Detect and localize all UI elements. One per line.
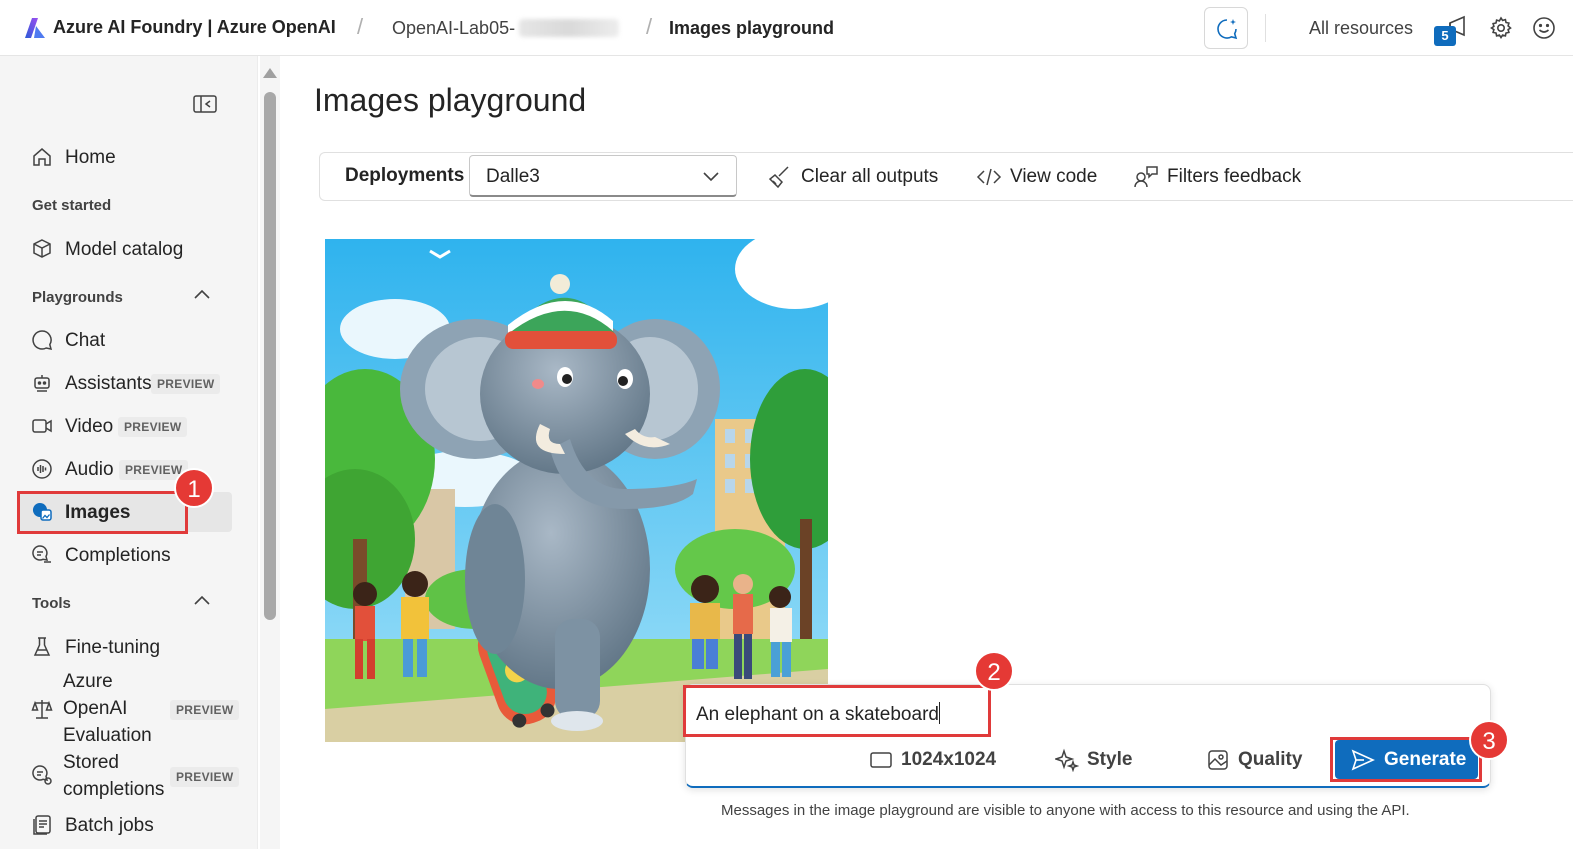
beaker-icon (33, 637, 51, 656)
azure-ai-foundry-logo-icon (25, 18, 45, 38)
page-title: Images playground (314, 82, 587, 118)
image-quality-icon (1208, 750, 1228, 770)
sidebar-item-home[interactable]: Home (18, 137, 232, 177)
label-line: Azure (63, 671, 113, 692)
sparkle-icon (1055, 748, 1079, 772)
annotation-step-3: 3 (1469, 720, 1509, 760)
preview-badge: PREVIEW (170, 767, 240, 787)
copilot-button[interactable] (1204, 7, 1248, 49)
top-bar: Azure AI Foundry | Azure OpenAI / OpenAI… (0, 0, 1573, 56)
sidebar-item-batch-jobs[interactable]: Batch jobs (18, 805, 232, 845)
feedback-smiley-icon[interactable] (1532, 16, 1556, 40)
chevron-down-icon (703, 172, 719, 182)
code-icon (976, 168, 1002, 186)
home-icon (33, 148, 51, 166)
breadcrumb-current: Images playground (669, 18, 835, 38)
sidebar-item-label: Stored completions (63, 749, 164, 803)
preview-badge: PREVIEW (151, 374, 221, 394)
sidebar-item-label: Completions (65, 545, 171, 566)
clear-all-outputs-label: Clear all outputs (801, 166, 939, 187)
label-line: OpenAI (63, 698, 128, 719)
privacy-disclaimer: Messages in the image playground are vis… (721, 802, 1410, 819)
sidebar-item-video[interactable]: Video PREVIEW (18, 406, 232, 446)
view-code-button[interactable]: View code (976, 164, 1101, 190)
annotation-step-2: 2 (974, 651, 1014, 691)
clear-all-outputs-button[interactable]: Clear all outputs (767, 164, 942, 190)
batch-jobs-icon (33, 815, 51, 835)
view-code-label: View code (1010, 166, 1098, 187)
redacted-text (519, 19, 620, 37)
sidebar-item-label: Chat (65, 330, 106, 351)
sidebar-item-completions[interactable]: Completions (18, 535, 232, 575)
sidebar-item-label: Video (65, 416, 114, 437)
aspect-ratio-icon (870, 752, 892, 768)
sidebar-item-label: Audio (65, 459, 114, 480)
cube-icon (33, 239, 51, 258)
annotation-highlight-prompt (683, 685, 991, 737)
collapse-sidebar-icon[interactable] (193, 94, 217, 114)
settings-gear-icon[interactable] (1489, 16, 1513, 40)
preview-badge: PREVIEW (170, 700, 240, 720)
label-line: Stored (63, 752, 119, 773)
image-size-option[interactable]: 1024x1024 (869, 748, 997, 772)
image-size-label: 1024x1024 (901, 749, 997, 770)
breadcrumb-separator: / (646, 14, 653, 39)
stored-completions-icon (32, 765, 52, 785)
sidebar-item-label: Batch jobs (65, 815, 154, 836)
filters-feedback-button[interactable]: Filters feedback (1133, 164, 1308, 190)
broom-icon (768, 166, 789, 189)
all-resources-link[interactable]: All resources (1309, 18, 1413, 39)
deployment-dropdown[interactable]: Dalle3 (469, 155, 737, 197)
annotation-highlight-images (17, 491, 188, 534)
deployment-selected-value: Dalle3 (486, 166, 540, 187)
brand-title[interactable]: Azure AI Foundry | Azure OpenAI (53, 17, 336, 38)
people-feedback-icon (1134, 166, 1158, 188)
annotation-highlight-generate (1330, 737, 1482, 782)
sidebar-item-chat[interactable]: Chat (18, 320, 232, 360)
sidebar-item-label: Azure OpenAI Evaluation (63, 668, 152, 749)
breadcrumb-project[interactable]: OpenAI-Lab05- (392, 18, 620, 39)
chevron-up-icon[interactable] (193, 594, 211, 608)
filters-feedback-label: Filters feedback (1167, 166, 1302, 187)
scales-icon (31, 700, 53, 719)
section-get-started: Get started (32, 197, 112, 214)
quality-label: Quality (1238, 749, 1303, 770)
deployments-label: Deployments (345, 165, 465, 186)
breadcrumb-project-label: OpenAI-Lab05- (392, 18, 516, 38)
generated-image[interactable] (325, 239, 828, 742)
scroll-up-arrow-icon[interactable] (263, 68, 277, 78)
completions-icon (32, 545, 51, 563)
style-option[interactable]: Style (1055, 748, 1135, 772)
sidebar-item-fine-tuning[interactable]: Fine-tuning (18, 627, 232, 667)
audio-wave-icon (32, 459, 52, 479)
label-line: completions (63, 779, 165, 800)
sidebar-item-model-catalog[interactable]: Model catalog (18, 229, 232, 269)
sidebar-item-label: Model catalog (65, 239, 184, 260)
chevron-up-icon[interactable] (193, 288, 211, 302)
bot-icon (34, 375, 50, 392)
chat-sparkle-icon (1217, 19, 1238, 40)
label-line: Evaluation (63, 725, 152, 746)
sidebar-item-label: Assistants (65, 373, 152, 394)
chat-icon (32, 330, 53, 350)
breadcrumb-separator: / (357, 14, 364, 39)
video-icon (32, 419, 52, 433)
section-tools: Tools (32, 595, 71, 612)
sidebar-item-label: Home (65, 147, 116, 168)
scrollbar-thumb[interactable] (264, 92, 276, 620)
style-label: Style (1087, 749, 1133, 770)
section-playgrounds: Playgrounds (32, 289, 123, 306)
quality-option[interactable]: Quality (1206, 748, 1306, 772)
sidebar-item-label: Fine-tuning (65, 637, 161, 658)
annotation-step-1: 1 (174, 468, 214, 508)
sidebar-item-assistants[interactable]: Assistants PREVIEW (18, 363, 232, 403)
notification-count-badge: 5 (1434, 26, 1456, 46)
divider (1265, 14, 1266, 42)
preview-badge: PREVIEW (118, 417, 188, 437)
